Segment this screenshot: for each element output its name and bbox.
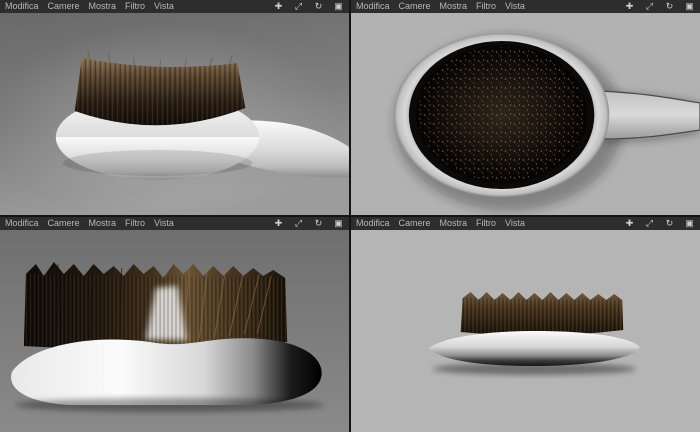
toggle-view-icon[interactable]: ▣ <box>684 0 695 13</box>
zoom-icon[interactable]: ⤢ <box>293 217 304 230</box>
menu-filtro[interactable]: Filtro <box>476 217 496 230</box>
toggle-view-icon[interactable]: ▣ <box>333 0 344 13</box>
menu-mostra[interactable]: Mostra <box>440 0 468 13</box>
viewport-front: Modifica Camere Mostra Filtro Vista ✚ ⤢ … <box>0 217 349 432</box>
menu-vista[interactable]: Vista <box>505 217 525 230</box>
toggle-view-icon[interactable]: ▣ <box>333 217 344 230</box>
menu-modifica[interactable]: Modifica <box>356 0 390 13</box>
perspective-3d-canvas[interactable] <box>0 13 349 215</box>
menu-camere[interactable]: Camere <box>399 217 431 230</box>
menu-mostra[interactable]: Mostra <box>89 0 117 13</box>
front-3d-canvas[interactable] <box>0 230 349 432</box>
rotate-icon[interactable]: ↻ <box>313 0 324 13</box>
right-3d-canvas[interactable] <box>351 230 700 432</box>
pan-icon[interactable]: ✚ <box>624 217 635 230</box>
viewport-perspective: Modifica Camere Mostra Filtro Vista ✚ ⤢ … <box>0 0 349 215</box>
viewport-top: Modifica Camere Mostra Filtro Vista ✚ ⤢ … <box>351 0 700 215</box>
viewport-menubar: Modifica Camere Mostra Filtro Vista ✚ ⤢ … <box>0 217 349 230</box>
toggle-view-icon[interactable]: ▣ <box>684 217 695 230</box>
zoom-icon[interactable]: ⤢ <box>644 217 655 230</box>
menu-filtro[interactable]: Filtro <box>125 217 145 230</box>
viewport-right: Modifica Camere Mostra Filtro Vista ✚ ⤢ … <box>351 217 700 432</box>
menu-vista[interactable]: Vista <box>154 217 174 230</box>
menu-mostra[interactable]: Mostra <box>89 217 117 230</box>
menu-filtro[interactable]: Filtro <box>476 0 496 13</box>
pan-icon[interactable]: ✚ <box>624 0 635 13</box>
viewport-menubar: Modifica Camere Mostra Filtro Vista ✚ ⤢ … <box>351 0 700 13</box>
zoom-icon[interactable]: ⤢ <box>293 0 304 13</box>
menu-vista[interactable]: Vista <box>154 0 174 13</box>
menu-vista[interactable]: Vista <box>505 0 525 13</box>
rotate-icon[interactable]: ↻ <box>664 0 675 13</box>
rotate-icon[interactable]: ↻ <box>664 217 675 230</box>
zoom-icon[interactable]: ⤢ <box>644 0 655 13</box>
menu-modifica[interactable]: Modifica <box>5 217 39 230</box>
menu-camere[interactable]: Camere <box>48 217 80 230</box>
menu-camere[interactable]: Camere <box>48 0 80 13</box>
menu-modifica[interactable]: Modifica <box>356 217 390 230</box>
viewport-quad-layout: Modifica Camere Mostra Filtro Vista ✚ ⤢ … <box>0 0 700 432</box>
menu-modifica[interactable]: Modifica <box>5 0 39 13</box>
top-3d-canvas[interactable] <box>351 13 700 215</box>
viewport-menubar: Modifica Camere Mostra Filtro Vista ✚ ⤢ … <box>351 217 700 230</box>
pan-icon[interactable]: ✚ <box>273 217 284 230</box>
menu-mostra[interactable]: Mostra <box>440 217 468 230</box>
rotate-icon[interactable]: ↻ <box>313 217 324 230</box>
pan-icon[interactable]: ✚ <box>273 0 284 13</box>
viewport-menubar: Modifica Camere Mostra Filtro Vista ✚ ⤢ … <box>0 0 349 13</box>
menu-camere[interactable]: Camere <box>399 0 431 13</box>
menu-filtro[interactable]: Filtro <box>125 0 145 13</box>
